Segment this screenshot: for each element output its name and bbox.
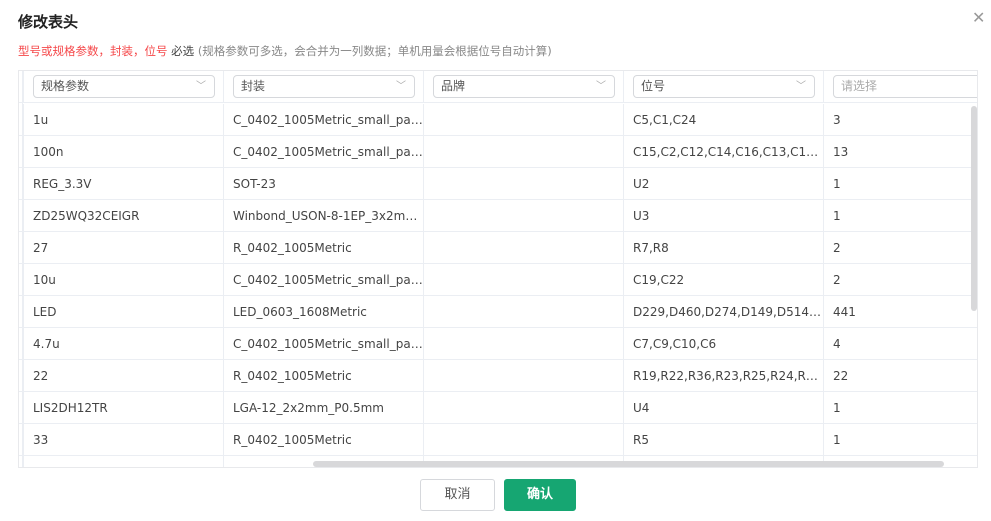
table-cell — [423, 104, 623, 136]
table-cell — [423, 360, 623, 392]
table-cell: 1 — [823, 424, 977, 456]
hint-text: 型号或规格参数，封装，位号 必选 (规格参数可多选，会合并为一列数据；单机用量会… — [18, 43, 552, 59]
table-cell: 10u — [23, 264, 223, 296]
table-row: REG_3.3V SOT-23 U2 1 — [19, 168, 977, 200]
table-cell: R5 — [623, 424, 823, 456]
header-cell: 规格参数 ﹀ — [23, 71, 223, 103]
table-cell: R_0402_1005Metric — [223, 424, 423, 456]
column-select[interactable]: 品牌 ﹀ — [433, 75, 615, 98]
column-select[interactable]: 规格参数 ﹀ — [33, 75, 215, 98]
table-row: 100n C_0402_1005Metric_small_pads C15,C2,C… — [19, 136, 977, 168]
header-cell: 位号 ﹀ — [623, 71, 823, 103]
table-row: 33 R_0402_1005Metric R5 1 — [19, 424, 977, 456]
table-row: 10u C_0402_1005Metric_small_pads C19,C22 2 — [19, 264, 977, 296]
table-cell — [423, 328, 623, 360]
column-select[interactable]: 封装 ﹀ — [233, 75, 415, 98]
chevron-down-icon: ﹀ — [196, 81, 206, 92]
select-value: 请选择 — [841, 79, 878, 93]
table-cell: ZD25WQ32CEIGR — [23, 200, 223, 232]
select-value: 位号 — [641, 79, 666, 93]
select-value: 规格参数 — [41, 79, 90, 93]
chevron-down-icon: ﹀ — [596, 81, 606, 92]
table-cell: U4 — [623, 392, 823, 424]
column-select[interactable]: 请选择 — [833, 75, 977, 98]
table-cell: 13 — [823, 136, 977, 168]
dialog-title: 修改表头 — [18, 13, 79, 31]
table-row: LED LED_0603_1608Metric D229,D460,D274,D14… — [19, 296, 977, 328]
table-cell — [423, 296, 623, 328]
table-cell: C_0402_1005Metric_small_pads — [223, 136, 423, 168]
header-cell: 品牌 ﹀ — [423, 71, 623, 103]
table-cell — [423, 136, 623, 168]
table-cell — [423, 264, 623, 296]
table-cell: 2 — [823, 264, 977, 296]
table-cell: SOT-23 — [223, 168, 423, 200]
table-cell: C19,C22 — [623, 264, 823, 296]
table-cell: 1 — [823, 200, 977, 232]
table-cell: 4.7u — [23, 328, 223, 360]
table-cell — [423, 392, 623, 424]
table-row: LIS2DH12TR LGA-12_2x2mm_P0.5mm U4 1 — [19, 392, 977, 424]
table-cell: C_0402_1005Metric_small_pads — [223, 328, 423, 360]
table-cell: C7,C9,C10,C6 — [623, 328, 823, 360]
table-cell: 33 — [23, 424, 223, 456]
table-cell: C_0402_1005Metric_small_pads — [223, 264, 423, 296]
table-cell: R_0402_1005Metric — [223, 360, 423, 392]
must-label: 必选 — [171, 44, 195, 58]
table-cell: 27 — [23, 232, 223, 264]
table-cell — [423, 424, 623, 456]
table-cell: LED_0603_1608Metric — [223, 296, 423, 328]
confirm-button[interactable]: 确认 — [504, 479, 576, 511]
table-row: 22 R_0402_1005Metric R19,R22,R36,R23,R25,R… — [19, 360, 977, 392]
hint-note: (规格参数可多选，会合并为一列数据；单机用量会根据位号自动计算) — [197, 44, 552, 58]
table-cell: LED — [23, 296, 223, 328]
table-row: 27 R_0402_1005Metric R7,R8 2 — [19, 232, 977, 264]
chevron-down-icon: ﹀ — [396, 81, 406, 92]
table-cell: R7,R8 — [623, 232, 823, 264]
horizontal-scrollbar[interactable] — [313, 461, 944, 467]
table-cell: D229,D460,D274,D149,D514,D… — [623, 296, 823, 328]
table-cell: C5,C1,C24 — [623, 104, 823, 136]
table-cell: LIS2DH12TR — [23, 392, 223, 424]
index-column — [19, 71, 23, 467]
column-select[interactable]: 位号 ﹀ — [633, 75, 815, 98]
mapping-table: 1u C_0402_1005Metric_small_pads C5,C1,C24 3… — [18, 70, 978, 468]
select-value: 封装 — [241, 79, 266, 93]
header-row: 规格参数 ﹀ 封装 ﹀ 品牌 ﹀ 位号 ﹀ 请选择 — [19, 71, 977, 103]
table-cell: REG_3.3V — [23, 168, 223, 200]
table-cell: 22 — [23, 360, 223, 392]
table-cell: C15,C2,C12,C14,C16,C13,C17,… — [623, 136, 823, 168]
table-cell: 1 — [823, 168, 977, 200]
table-row: 4.7u C_0402_1005Metric_small_pads C7,C9,C1… — [19, 328, 977, 360]
table-cell — [423, 200, 623, 232]
close-icon[interactable]: ✕ — [972, 8, 985, 27]
table-cell: R19,R22,R36,R23,R25,R24,R34,… — [623, 360, 823, 392]
table-row: 1u C_0402_1005Metric_small_pads C5,C1,C24 3 — [19, 104, 977, 136]
cancel-button[interactable]: 取消 — [420, 479, 495, 511]
table-cell: 22 — [823, 360, 977, 392]
table-cell: Winbond_USON-8-1EP_3x2m… — [223, 200, 423, 232]
header-cell: 封装 ﹀ — [223, 71, 423, 103]
table-cell — [23, 456, 223, 467]
table-row: ZD25WQ32CEIGR Winbond_USON-8-1EP_3x2m… U3 1 — [19, 200, 977, 232]
table-cell: R_0402_1005Metric — [223, 232, 423, 264]
table-cell: 4 — [823, 328, 977, 360]
table-cell: C_0402_1005Metric_small_pads — [223, 104, 423, 136]
table-cell — [423, 232, 623, 264]
table-cell: U2 — [623, 168, 823, 200]
chevron-down-icon: ﹀ — [796, 81, 806, 92]
table-cell — [423, 168, 623, 200]
header-cell: 请选择 — [823, 71, 977, 103]
table-cell: 100n — [23, 136, 223, 168]
table-cell: 1 — [823, 392, 977, 424]
table-cell: LGA-12_2x2mm_P0.5mm — [223, 392, 423, 424]
table-cell: 1u — [23, 104, 223, 136]
table-cell: 3 — [823, 104, 977, 136]
table-cell: 441 — [823, 296, 977, 328]
vertical-scrollbar[interactable] — [971, 106, 977, 311]
table-cell: 2 — [823, 232, 977, 264]
table-cell: U3 — [623, 200, 823, 232]
required-fields: 型号或规格参数，封装，位号 — [18, 44, 168, 58]
select-value: 品牌 — [441, 79, 466, 93]
